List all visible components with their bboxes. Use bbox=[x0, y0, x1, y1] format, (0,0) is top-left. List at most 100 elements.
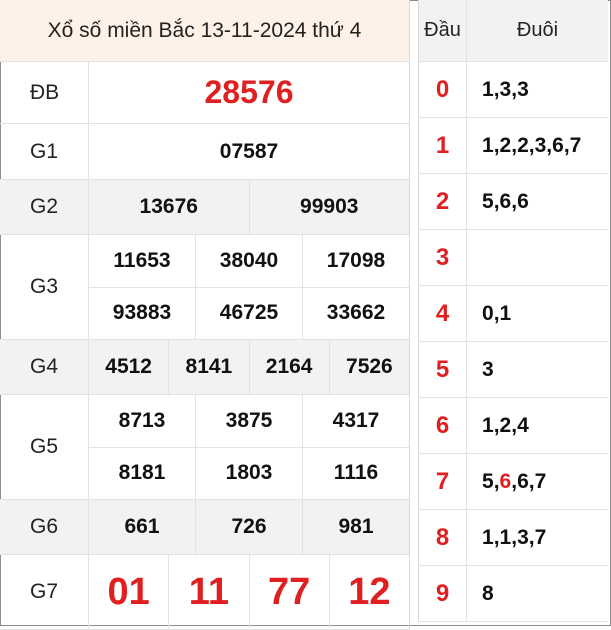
loto-row: 8 1,1,3,7 bbox=[419, 510, 608, 566]
head-digit: 2 bbox=[419, 174, 467, 229]
loto-row: 3 bbox=[419, 230, 608, 286]
loto-header: Đầu Đuôi bbox=[419, 0, 608, 62]
prize-number: 7526 bbox=[328, 340, 409, 394]
prize-number: 2164 bbox=[248, 340, 329, 394]
prize-row: G1 07587 bbox=[0, 124, 409, 180]
tail-digit: 7 bbox=[569, 133, 582, 157]
prize-number: 1116 bbox=[302, 447, 409, 499]
tail-digit: 1 bbox=[499, 301, 512, 325]
prize-row: G2 13676 99903 bbox=[0, 180, 409, 235]
prize-number: 93883 bbox=[112, 301, 172, 325]
head-digit: 1 bbox=[419, 118, 467, 173]
loto-row: 6 1,2,4 bbox=[419, 398, 608, 454]
results-table: Xổ số miền Bắc 13-11-2024 thứ 4 ĐB 28576 G… bbox=[0, 0, 410, 630]
prize-number: 981 bbox=[302, 500, 409, 554]
head-digit: 4 bbox=[419, 286, 467, 341]
tail-digits: 3 bbox=[467, 342, 608, 397]
prize-number: 1803 bbox=[195, 447, 302, 499]
prize-label: G5 bbox=[0, 395, 89, 499]
tail-digit: 4 bbox=[517, 413, 529, 437]
prize-number: 77 bbox=[248, 555, 329, 629]
tail-digit: 5 bbox=[482, 469, 494, 493]
tail-digit: 7 bbox=[534, 525, 547, 549]
prize-row: G4 4512 8141 2164 7526 bbox=[0, 340, 409, 395]
prize-row: G6 661 726 981 bbox=[0, 500, 409, 555]
loto-row: 11,2,2,3,6,7 bbox=[419, 118, 608, 174]
tail-digit: 2 bbox=[499, 413, 512, 437]
prize-label: G1 bbox=[0, 124, 89, 179]
prize-number: 11653 bbox=[113, 248, 171, 272]
loto-row: 98 bbox=[419, 566, 608, 622]
results-title: Xổ số miền Bắc 13-11-2024 thứ 4 bbox=[0, 0, 409, 62]
tail-digits: 1,1,3,7 bbox=[482, 525, 547, 549]
prize-number: 07587 bbox=[219, 139, 279, 163]
prize-label: G4 bbox=[0, 340, 89, 394]
loto-table: Đầu Đuôi 01,3,311,2,2,3,6,725,6,6340,153… bbox=[418, 0, 608, 622]
tail-digit: 8 bbox=[482, 581, 494, 605]
tail-digit: 2 bbox=[499, 133, 512, 157]
tail-digit: 1 bbox=[482, 525, 494, 549]
head-digit: 6 bbox=[419, 398, 467, 453]
tail-digits: 5,6,6,7 bbox=[482, 469, 547, 493]
prize-number: 38040 bbox=[195, 235, 302, 287]
prize-label: G2 bbox=[0, 180, 89, 234]
tail-digit: 3 bbox=[499, 77, 512, 101]
head-digit: 0 bbox=[419, 62, 467, 117]
tail-digits: 8 bbox=[467, 566, 608, 621]
loto-row: 2 5,6,6 bbox=[419, 174, 608, 230]
tail-digit: 6 bbox=[499, 469, 512, 493]
tail-digits bbox=[467, 230, 608, 285]
tail-digit: 3 bbox=[534, 133, 547, 157]
prize-number: 4317 bbox=[302, 395, 409, 447]
prize-number: 33662 bbox=[302, 287, 409, 339]
tail-digit: 1 bbox=[499, 525, 512, 549]
tail-digit: 3 bbox=[517, 77, 529, 101]
prize-label: G6 bbox=[0, 500, 89, 554]
prize-number: 12 bbox=[328, 555, 409, 629]
prize-number: 8141 bbox=[168, 340, 248, 394]
prize-number: 99903 bbox=[248, 180, 410, 234]
head-digit: 5 bbox=[419, 342, 467, 397]
head-digit: 8 bbox=[419, 510, 467, 565]
tail-digit: 1 bbox=[482, 77, 494, 101]
prize-row: ĐB 28576 bbox=[0, 62, 409, 124]
tail-column-header: Đuôi bbox=[516, 19, 559, 41]
prize-number: 661 bbox=[124, 515, 160, 538]
tail-digits: 0,1 bbox=[482, 301, 512, 325]
head-digit: 3 bbox=[419, 230, 467, 285]
tail-digit: 6 bbox=[517, 189, 529, 213]
tail-digit: 6 bbox=[517, 469, 529, 493]
tail-digit: 3 bbox=[482, 357, 494, 381]
prize-label: G3 bbox=[0, 235, 89, 339]
prize-number: 11 bbox=[168, 555, 248, 629]
head-column-header: Đầu bbox=[419, 0, 467, 61]
tail-digits: 1,2,4 bbox=[482, 413, 529, 437]
tail-digit: 0 bbox=[482, 301, 494, 325]
tail-digit: 2 bbox=[517, 133, 529, 157]
loto-row: 40,1 bbox=[419, 286, 608, 342]
head-digit: 9 bbox=[419, 566, 467, 621]
prize-number: 17098 bbox=[302, 235, 409, 287]
prize-label: G7 bbox=[0, 555, 89, 629]
prize-row: G3 11653 38040 17098 93883 46725 33662 bbox=[0, 235, 409, 340]
tail-digit: 1 bbox=[482, 413, 494, 437]
tail-digit: 1 bbox=[482, 133, 494, 157]
tail-digits: 1,2,2,3,6,7 bbox=[482, 133, 582, 157]
tail-digit: 7 bbox=[534, 469, 547, 493]
prize-number: 3875 bbox=[195, 395, 302, 447]
loto-row: 0 1,3,3 bbox=[419, 62, 608, 118]
tail-digits: 1,3,3 bbox=[482, 77, 529, 101]
tail-digit: 6 bbox=[499, 189, 512, 213]
prize-row: G5 8713 3875 4317 8181 1803 1116 bbox=[0, 395, 409, 500]
prize-number: 8713 bbox=[118, 408, 166, 432]
tail-digit: 3 bbox=[517, 525, 529, 549]
head-digit: 7 bbox=[419, 454, 467, 509]
prize-number: 13676 bbox=[139, 195, 198, 218]
prize-number: 46725 bbox=[195, 287, 302, 339]
prize-row: G7 01 11 77 12 bbox=[0, 555, 409, 630]
prize-label: ĐB bbox=[0, 62, 89, 123]
loto-row: 75,6,6,7 bbox=[419, 454, 608, 510]
tail-digit: 6 bbox=[552, 133, 564, 157]
loto-row: 53 bbox=[419, 342, 608, 398]
special-prize-number: 28576 bbox=[204, 74, 294, 110]
